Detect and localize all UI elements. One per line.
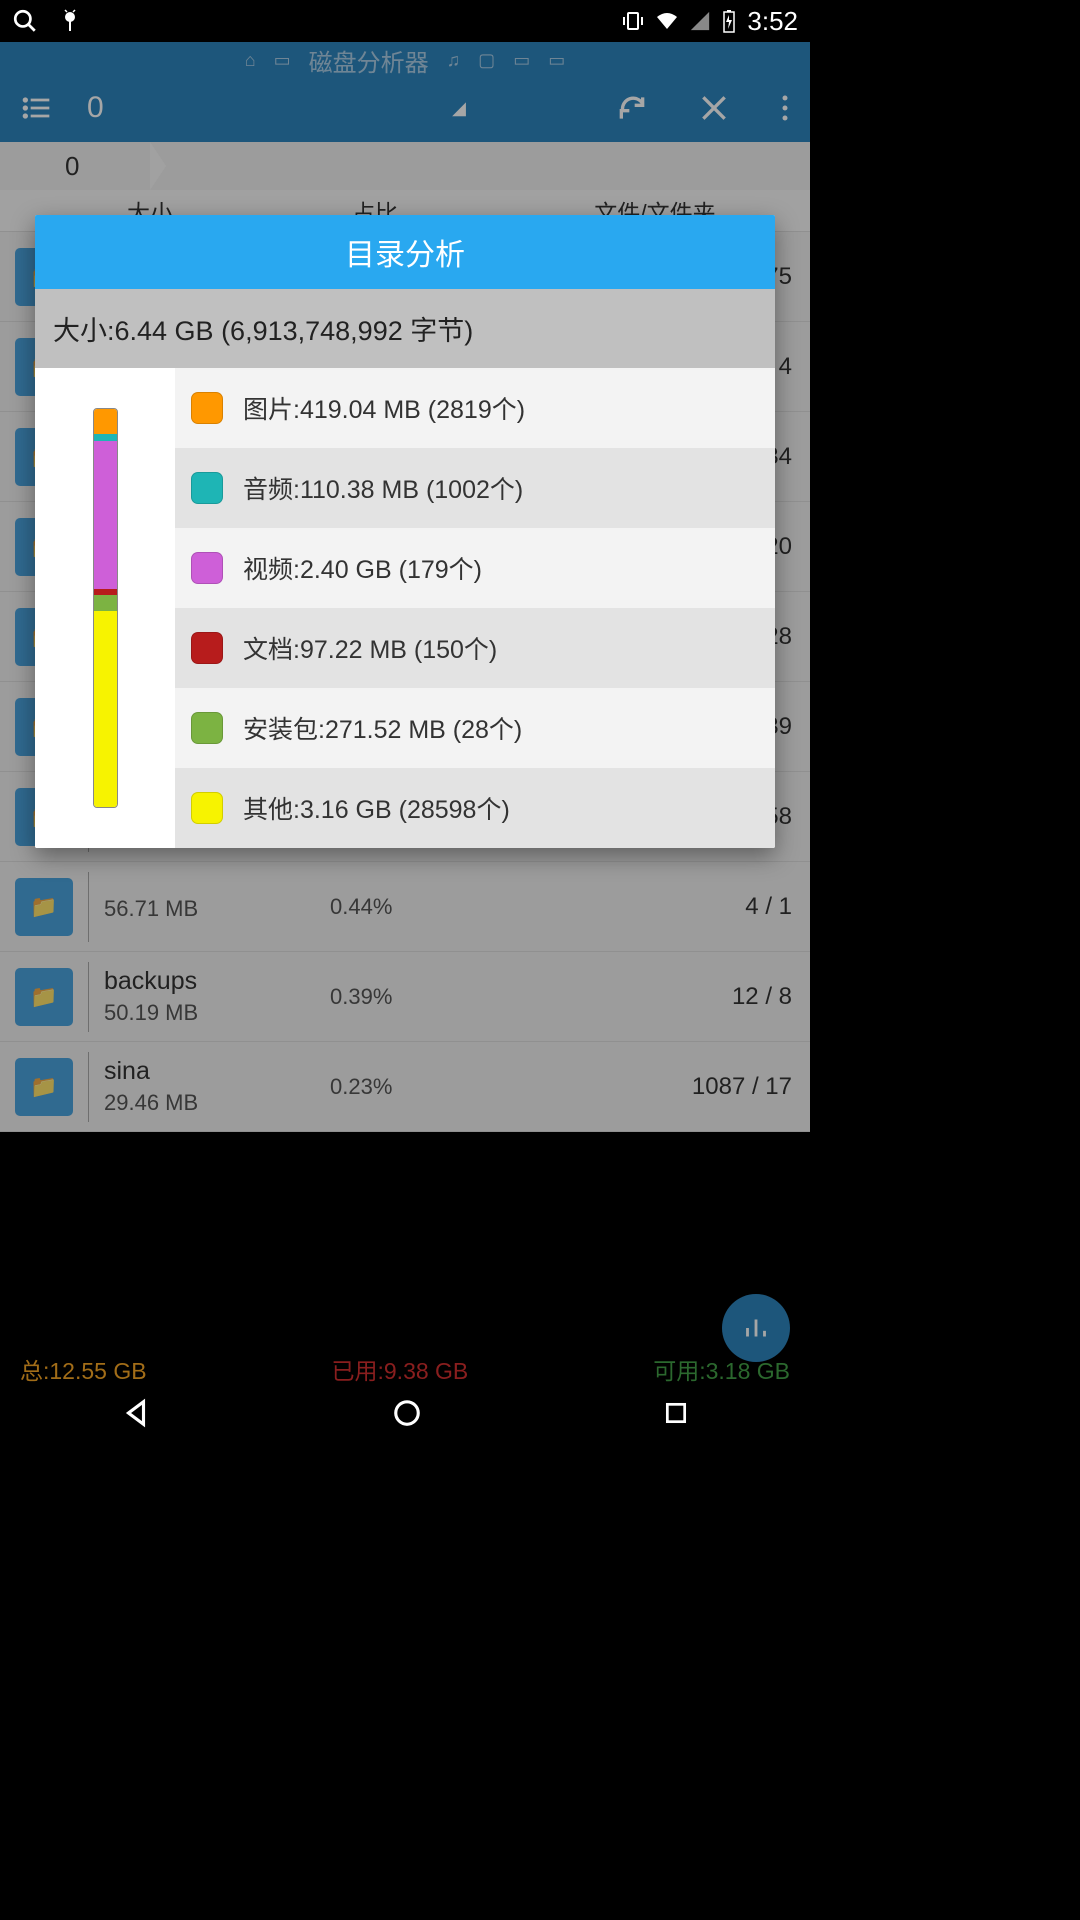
category-item[interactable]: 图片:419.04 MB (2819个) — [175, 368, 775, 448]
status-bar: 3:52 — [0, 0, 810, 42]
color-swatch — [191, 392, 223, 424]
bar-segment — [94, 611, 117, 806]
category-label: 视频:2.40 GB (179个) — [243, 550, 482, 586]
stacked-bar — [93, 408, 118, 808]
category-list: 图片:419.04 MB (2819个) 音频:110.38 MB (1002个)… — [175, 368, 775, 848]
category-label: 音频:110.38 MB (1002个) — [243, 470, 523, 506]
color-swatch — [191, 712, 223, 744]
bar-segment — [94, 441, 117, 589]
dialog-total-size: 大小:6.44 GB (6,913,748,992 字节) — [35, 289, 775, 368]
category-label: 图片:419.04 MB (2819个) — [243, 390, 525, 426]
category-item[interactable]: 视频:2.40 GB (179个) — [175, 528, 775, 608]
recent-icon[interactable] — [663, 1400, 689, 1426]
category-item[interactable]: 安装包:271.52 MB (28个) — [175, 688, 775, 768]
color-swatch — [191, 552, 223, 584]
nav-bar — [0, 1385, 810, 1440]
battery-icon — [721, 9, 737, 33]
category-label: 其他:3.16 GB (28598个) — [243, 790, 510, 826]
bar-segment — [94, 434, 117, 441]
status-time: 3:52 — [747, 6, 798, 37]
wifi-icon — [655, 9, 679, 33]
bar-segment — [94, 595, 117, 611]
directory-analysis-dialog: 目录分析 大小:6.44 GB (6,913,748,992 字节) 图片:41… — [35, 215, 775, 848]
home-nav-icon[interactable] — [392, 1398, 422, 1428]
back-icon[interactable] — [121, 1398, 151, 1428]
android-icon — [58, 9, 82, 33]
color-swatch — [191, 632, 223, 664]
category-label: 文档:97.22 MB (150个) — [243, 630, 497, 666]
dialog-title: 目录分析 — [35, 215, 775, 289]
category-item[interactable]: 其他:3.16 GB (28598个) — [175, 768, 775, 848]
bar-segment — [94, 409, 117, 434]
category-item[interactable]: 音频:110.38 MB (1002个) — [175, 448, 775, 528]
vibrate-icon — [621, 9, 645, 33]
search-icon — [12, 8, 38, 34]
stacked-bar-container — [35, 368, 175, 848]
color-swatch — [191, 472, 223, 504]
color-swatch — [191, 792, 223, 824]
signal-icon — [689, 10, 711, 32]
category-item[interactable]: 文档:97.22 MB (150个) — [175, 608, 775, 688]
category-label: 安装包:271.52 MB (28个) — [243, 710, 522, 746]
